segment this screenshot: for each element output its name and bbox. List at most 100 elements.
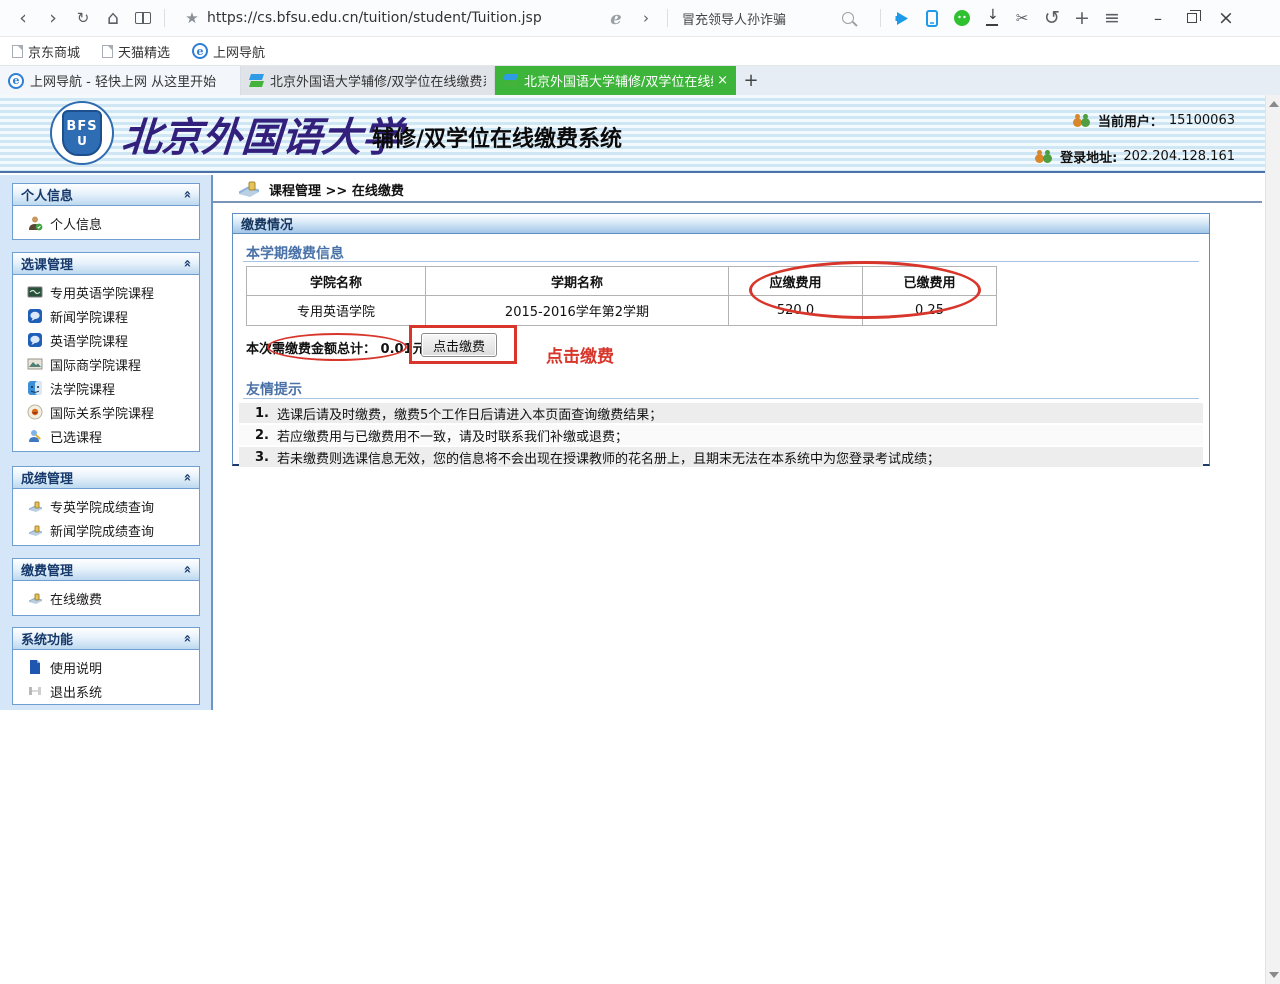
- sidebar-item-business-courses[interactable]: 国际商学院课程: [13, 352, 199, 376]
- tips-section-title: 友情提示: [246, 379, 302, 399]
- close-button[interactable]: ×: [1209, 3, 1243, 33]
- expand-chevron-icon[interactable]: ›: [631, 3, 661, 33]
- notebook-icon: [27, 590, 43, 606]
- forward-icon[interactable]: ›: [38, 3, 68, 33]
- mobile-sync-icon[interactable]: [917, 3, 947, 33]
- cell-semester-name: 2015-2016学年第2学期: [426, 296, 729, 326]
- bookmark-label: 天猫精选: [118, 42, 170, 61]
- minimize-button[interactable]: –: [1141, 3, 1175, 33]
- panel-header-system[interactable]: 系统功能 «: [13, 628, 199, 650]
- section-underline: [243, 398, 1199, 399]
- sidebar-item-online-payment[interactable]: 在线缴费: [13, 586, 199, 610]
- globe-icon: [27, 404, 43, 420]
- content-divider: [213, 201, 1262, 203]
- home-icon[interactable]: ⌂: [98, 3, 128, 33]
- scrollbar-up-icon[interactable]: [1269, 101, 1279, 107]
- tab-bar: e 上网导航 - 轻快上网 从这里开始 北京外国语大学辅修/双学位在线缴费系 北…: [0, 66, 1280, 95]
- bookmark-label: 上网导航: [213, 42, 265, 61]
- bookmark-nav[interactable]: e 上网导航: [192, 42, 265, 61]
- panel-title: 缴费管理: [21, 560, 183, 579]
- wechat-icon[interactable]: [947, 3, 977, 33]
- sidebar-item-english-courses[interactable]: 英语学院课程: [13, 328, 199, 352]
- panel-header-grades[interactable]: 成绩管理 «: [13, 467, 199, 489]
- download-icon[interactable]: ↓: [977, 3, 1007, 33]
- sidebar-item-esp-grades[interactable]: 专英学院成绩查询: [13, 494, 199, 518]
- users-icon: [1073, 113, 1093, 128]
- sidebar-item-esp-courses[interactable]: 专用英语学院课程: [13, 280, 199, 304]
- tip-text: 若应缴费用与已缴费用不一致，请及时联系我们补缴或退费；: [277, 426, 628, 445]
- address-bar[interactable]: ★ https://cs.bfsu.edu.cn/tuition/student…: [171, 4, 601, 32]
- sidebar-panel-personal: 个人信息 « 个人信息: [12, 183, 200, 240]
- e-nav-icon: e: [8, 73, 24, 89]
- sidebar-item-label: 专用英语学院课程: [50, 283, 154, 302]
- finder-icon: [27, 380, 43, 396]
- section-underline: [243, 261, 1199, 262]
- reading-mode-icon[interactable]: [128, 3, 158, 33]
- add-icon[interactable]: +: [1067, 3, 1097, 33]
- refresh-icon[interactable]: ↻: [68, 3, 98, 33]
- tab-tuition-active[interactable]: 北京外国语大学辅修/双学位在线缴费系 ×: [495, 66, 736, 95]
- sidebar-item-journalism-courses[interactable]: 新闻学院课程: [13, 304, 199, 328]
- logo-shield: BFS U: [62, 110, 102, 156]
- col-semester-name: 学期名称: [426, 267, 729, 296]
- sidebar-item-logout[interactable]: 退出系统: [13, 679, 199, 703]
- current-user-label: 当前用户：: [1098, 111, 1163, 130]
- page-icon: [102, 45, 113, 58]
- sidebar-item-law-courses[interactable]: 法学院课程: [13, 376, 199, 400]
- book-icon: [135, 12, 151, 24]
- current-user-value: 15100063: [1169, 113, 1235, 128]
- back-icon[interactable]: ‹: [8, 3, 38, 33]
- video-accelerator-icon[interactable]: [887, 3, 917, 33]
- breadcrumb-text: 课程管理 >> 在线缴费: [269, 180, 404, 199]
- login-address-value: 202.204.128.161: [1123, 149, 1235, 164]
- tab-tuition-1[interactable]: 北京外国语大学辅修/双学位在线缴费系: [241, 66, 495, 95]
- sidebar-item-personal-info[interactable]: 个人信息: [13, 211, 199, 235]
- bookmark-star-icon[interactable]: ★: [177, 3, 207, 33]
- search-icon[interactable]: [842, 12, 854, 24]
- person-edit-icon: [27, 428, 43, 444]
- payment-panel-title: 缴费情况: [241, 214, 293, 233]
- payment-status-panel: 缴费情况 本学期缴费信息 学院名称 学期名称 应缴费用 已缴费用 专用英语学院 …: [232, 213, 1210, 466]
- e-nav-icon: e: [192, 43, 208, 59]
- screenshot-scissors-icon[interactable]: ✂: [1007, 3, 1037, 33]
- semester-fee-section-title: 本学期缴费信息: [246, 243, 344, 263]
- undo-icon[interactable]: ↺: [1037, 3, 1067, 33]
- scrollbar-down-icon[interactable]: [1269, 972, 1279, 978]
- panel-header-personal[interactable]: 个人信息 «: [13, 184, 199, 206]
- new-tab-button[interactable]: +: [736, 66, 766, 95]
- red-rectangle-annotation-button: [409, 325, 517, 364]
- restore-button[interactable]: [1175, 3, 1209, 33]
- tab-close-icon[interactable]: ×: [717, 73, 728, 88]
- notebook-icon: [27, 522, 43, 538]
- ie-compat-icon[interactable]: e: [601, 3, 631, 33]
- sidebar-panel-courses: 选课管理 « 专用英语学院课程 新闻学院课程 英语学院课程 国: [12, 252, 200, 452]
- red-annotation-text: 点击缴费: [546, 342, 614, 367]
- page-scrollbar[interactable]: [1265, 95, 1280, 984]
- bookmark-tmall[interactable]: 天猫精选: [102, 42, 170, 61]
- sidebar-item-intl-relations-courses[interactable]: 国际关系学院课程: [13, 400, 199, 424]
- tip-text: 选课后请及时缴费，缴费5个工作日后请进入本页面查询缴费结果；: [277, 404, 662, 423]
- tip-row: 3. 若未缴费则选课信息无效，您的信息将不会出现在授课教师的花名册上，且期末无法…: [239, 447, 1203, 467]
- notebook-icon: [27, 498, 43, 514]
- bookmark-jd[interactable]: 京东商城: [12, 42, 80, 61]
- sidebar-item-selected-courses[interactable]: 已选课程: [13, 424, 199, 448]
- bookmarks-bar: 京东商城 天猫精选 e 上网导航: [0, 37, 1280, 66]
- sidebar-item-label: 国际商学院课程: [50, 355, 141, 374]
- panel-header-courses[interactable]: 选课管理 «: [13, 253, 199, 275]
- url-text[interactable]: https://cs.bfsu.edu.cn/tuition/student/T…: [207, 10, 542, 26]
- tip-number: 2.: [255, 428, 269, 443]
- menu-icon[interactable]: ≡: [1097, 3, 1127, 33]
- search-input[interactable]: [682, 11, 842, 26]
- sidebar-item-journalism-grades[interactable]: 新闻学院成绩查询: [13, 518, 199, 542]
- sidebar-item-label: 个人信息: [50, 214, 102, 233]
- search-box[interactable]: [674, 5, 874, 31]
- tab-label: 北京外国语大学辅修/双学位在线缴费系: [270, 71, 486, 90]
- sidebar-item-label: 使用说明: [50, 658, 102, 677]
- blackboard-icon: [27, 284, 43, 300]
- sidebar-item-user-guide[interactable]: 使用说明: [13, 655, 199, 679]
- panel-header-payment[interactable]: 缴费管理 «: [13, 559, 199, 581]
- chevron-up-icon: «: [179, 634, 194, 642]
- folder-icon: [237, 179, 261, 199]
- tab-nav-home[interactable]: e 上网导航 - 轻快上网 从这里开始: [0, 66, 241, 95]
- panel-title: 个人信息: [21, 185, 183, 204]
